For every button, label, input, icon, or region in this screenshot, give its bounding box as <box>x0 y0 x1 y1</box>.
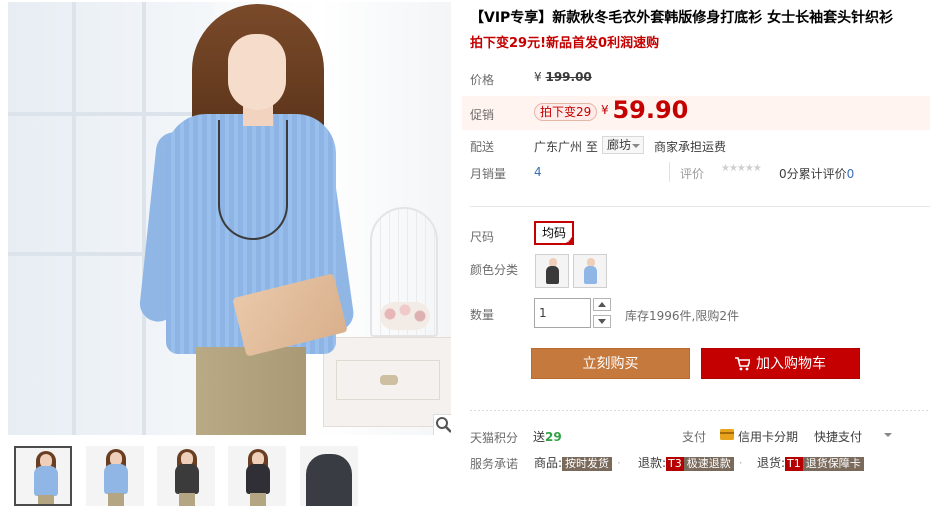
service-refund[interactable]: 退款: T3 极速退款 · <box>638 454 743 471</box>
quantity-increase-button[interactable] <box>593 298 611 311</box>
main-product-image[interactable] <box>8 2 451 435</box>
buy-now-button[interactable]: 立刻购买 <box>531 348 690 379</box>
rating-label: 评价 <box>680 167 705 181</box>
credit-card-icon <box>720 429 734 440</box>
promo-tag: 拍下变29 <box>534 103 598 121</box>
model-figure <box>138 2 368 435</box>
payment-credit-installment[interactable]: 信用卡分期 <box>738 428 798 445</box>
currency-symbol: ¥ <box>601 103 609 117</box>
zoom-button[interactable] <box>433 414 451 435</box>
points-prefix: 送 <box>533 430 546 444</box>
thumbnail-1[interactable] <box>14 446 72 506</box>
chevron-down-icon[interactable] <box>884 433 892 437</box>
payment-fast-pay[interactable]: 快捷支付 <box>814 428 862 445</box>
size-option-selected[interactable]: 均码 ✓ <box>534 221 574 245</box>
thumb-sweater-detail <box>306 454 352 506</box>
thumb-pants <box>179 493 195 506</box>
product-subtitle: 拍下变29元!新品首发0利润速购 <box>470 36 660 51</box>
rating-summary[interactable]: 0分累计评价0 <box>779 165 854 182</box>
chevron-down-icon <box>632 144 640 148</box>
promo-price: ¥ 59.90 <box>601 96 688 124</box>
shipping-origin: 广东广州 至 <box>534 138 598 155</box>
thumbnail-5[interactable] <box>300 446 358 506</box>
destination-value: 廊坊 <box>607 138 632 152</box>
chevron-up-icon <box>598 302 606 307</box>
thumb-pants <box>38 495 54 504</box>
swatch-sweater <box>584 266 597 284</box>
pants <box>196 347 306 435</box>
original-price-value: 199.00 <box>545 70 592 84</box>
shipping-label: 配送 <box>470 140 495 154</box>
model-face <box>228 34 286 110</box>
destination-select[interactable]: 廊坊 <box>602 136 644 154</box>
size-label: 尺码 <box>470 230 495 244</box>
price-label: 价格 <box>470 73 495 87</box>
thumb-pants <box>108 493 124 506</box>
service-badge: T1 <box>785 457 803 471</box>
service-return[interactable]: 退货: T1 退货保障卡 <box>757 454 864 471</box>
star-rating-icon: ★★★★★ <box>721 163 762 174</box>
service-tag: 按时发货 <box>562 457 613 471</box>
necklace <box>218 120 288 240</box>
rating-score: 0分 <box>779 167 799 181</box>
add-to-cart-label: 加入购物车 <box>756 356 826 372</box>
cart-icon <box>735 357 750 371</box>
service-shipping[interactable]: 商品: 按时发货 · <box>534 454 621 471</box>
flower-decor <box>380 302 430 330</box>
separator-dot: · <box>738 456 743 470</box>
divider <box>470 206 930 207</box>
monthly-sales-label: 月销量 <box>470 167 507 181</box>
service-tag: 退货保障卡 <box>802 457 864 471</box>
total-reviews-label: 累计评价 <box>798 167 847 181</box>
service-label: 服务承诺 <box>470 457 519 471</box>
color-label: 颜色分类 <box>470 263 519 277</box>
quantity-label: 数量 <box>470 308 495 322</box>
check-icon: ✓ <box>566 237 572 245</box>
service-badge: T3 <box>666 457 684 471</box>
magnifier-icon <box>436 417 451 433</box>
thumb-sweater <box>246 464 270 494</box>
original-price: ¥ 199.00 <box>534 70 592 84</box>
currency-symbol: ¥ <box>534 70 542 84</box>
quantity-input[interactable]: 1 <box>534 298 591 328</box>
color-swatch-black[interactable] <box>535 254 569 288</box>
separator-dot: · <box>617 456 621 470</box>
promo-price-value: 59.90 <box>612 96 689 124</box>
service-prefix: 退款: <box>638 456 667 470</box>
thumb-pants <box>250 493 266 506</box>
service-prefix: 退货: <box>757 456 786 470</box>
add-to-cart-button[interactable]: 加入购物车 <box>701 348 860 379</box>
color-swatch-blue[interactable] <box>573 254 607 288</box>
promo-background <box>462 96 930 130</box>
total-reviews-count: 0 <box>846 167 855 181</box>
promo-label: 促销 <box>470 108 495 122</box>
divider <box>669 162 670 182</box>
shipping-from: 广东广州 <box>534 140 583 154</box>
thumb-sweater <box>34 466 58 496</box>
product-title: 【VIP专享】新款秋冬毛衣外套韩版修身打底衫 女士长袖套头针织衫 <box>470 10 894 26</box>
size-option-label: 均码 <box>541 226 566 240</box>
thumbnail-strip <box>14 446 359 508</box>
points-label: 天猫积分 <box>470 431 519 445</box>
monthly-sales-count: 4 <box>534 165 542 179</box>
service-prefix: 商品: <box>534 456 563 470</box>
thumb-sweater <box>104 464 128 494</box>
thumbnail-4[interactable] <box>228 446 286 506</box>
divider <box>470 410 930 411</box>
chevron-down-icon <box>598 319 606 324</box>
stock-info: 库存1996件,限购2件 <box>625 309 739 323</box>
service-tag: 极速退款 <box>683 457 734 471</box>
swatch-sweater <box>546 266 559 284</box>
shipping-to-word: 至 <box>585 140 598 154</box>
payment-label: 支付 <box>682 430 707 444</box>
shipping-fee-note: 商家承担运费 <box>654 140 727 154</box>
thumbnail-3[interactable] <box>157 446 215 506</box>
thumb-sweater <box>175 464 199 494</box>
drawer-knob <box>380 375 398 385</box>
thumbnail-2[interactable] <box>86 446 144 506</box>
points-value: 29 <box>545 430 562 444</box>
points-info: 送29 <box>533 428 562 445</box>
quantity-decrease-button[interactable] <box>593 315 611 328</box>
